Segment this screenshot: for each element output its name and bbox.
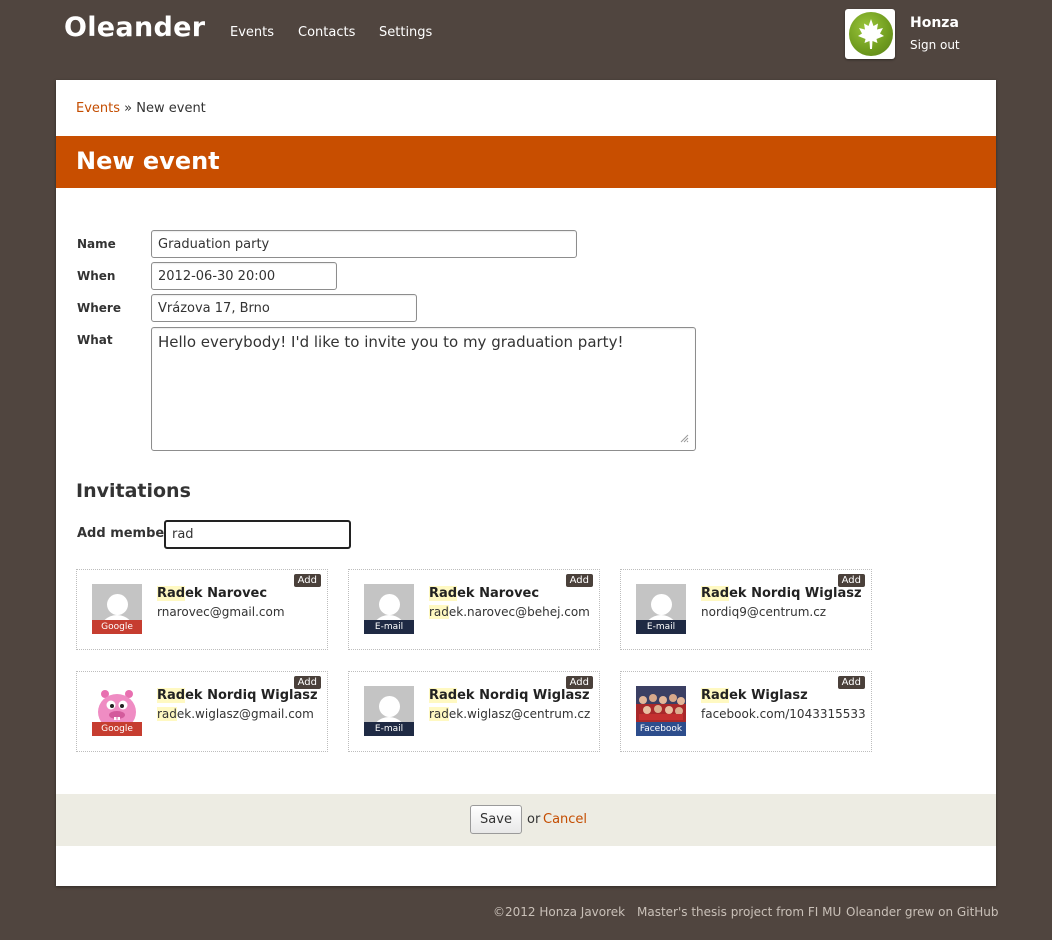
contact-card: E-mail Radek Nordiq Wiglasz nordiq9@cent… (620, 569, 872, 650)
contact-detail: rnarovec@gmail.com (157, 605, 285, 619)
match-highlight: rad (429, 605, 449, 619)
name-field[interactable] (151, 230, 577, 258)
thesis-link[interactable]: Master's thesis project from FI MU (637, 905, 841, 919)
title-band: New event (56, 136, 996, 188)
pink-monster-avatar-icon: Google (92, 686, 142, 736)
default-avatar-icon: E-mail (364, 584, 414, 634)
contact-detail-rest: ek.wiglasz@centrum.cz (448, 707, 591, 721)
nav-contacts[interactable]: Contacts (298, 25, 355, 40)
sign-out-link[interactable]: Sign out (910, 38, 960, 52)
cancel-link[interactable]: Cancel (543, 812, 587, 827)
page-title: New event (76, 147, 220, 175)
add-member-search[interactable] (164, 520, 351, 549)
contact-card: Facebook Radek Wiglasz facebook.com/1043… (620, 671, 872, 752)
default-avatar-icon: E-mail (636, 584, 686, 634)
source-badge: E-mail (364, 620, 414, 634)
contact-detail-rest: ek.wiglasz@gmail.com (176, 707, 314, 721)
form-actions: Save or Cancel (56, 794, 996, 846)
contact-detail-rest: ek.narovec@behej.com (448, 605, 590, 619)
match-highlight: Rad (701, 586, 730, 601)
contact-detail-rest: nordiq9@centrum.cz (701, 605, 827, 619)
source-badge: Google (92, 620, 142, 634)
contact-name: Radek Narovec (429, 586, 539, 601)
contact-name: Radek Nordiq Wiglasz (701, 586, 862, 601)
user-name: Honza (910, 15, 959, 31)
contact-detail-rest: rnarovec@gmail.com (157, 605, 285, 619)
contact-card: Google Radek Nordiq Wiglasz radek.wiglas… (76, 671, 328, 752)
github-link[interactable]: Oleander grew on GitHub (846, 905, 999, 919)
group-photo-avatar-icon: Facebook (636, 686, 686, 736)
or-text: or (527, 812, 541, 827)
match-highlight: rad (157, 707, 177, 721)
add-contact-button[interactable]: Add (837, 676, 865, 689)
contact-name-rest: ek Narovec (185, 586, 268, 601)
contact-name: Radek Wiglasz (701, 688, 808, 703)
contact-name-rest: ek Nordiq Wiglasz (185, 688, 318, 703)
resize-handle-icon[interactable] (679, 433, 689, 443)
contact-detail-rest: facebook.com/1043315533 (701, 707, 866, 721)
contact-name-rest: ek Narovec (457, 586, 540, 601)
match-highlight: Rad (157, 586, 186, 601)
add-contact-button[interactable]: Add (293, 574, 321, 587)
match-highlight: Rad (701, 688, 730, 703)
match-highlight: rad (429, 707, 449, 721)
contact-name: Radek Nordiq Wiglasz (157, 688, 318, 703)
maple-leaf-icon (849, 12, 893, 56)
source-badge: Facebook (636, 722, 686, 736)
nav-events[interactable]: Events (230, 25, 274, 40)
contact-name: Radek Narovec (157, 586, 267, 601)
where-label: Where (77, 301, 121, 315)
source-badge: Google (92, 722, 142, 736)
contact-detail: facebook.com/1043315533 (701, 707, 866, 721)
where-field[interactable] (151, 294, 417, 322)
contact-name-rest: ek Nordiq Wiglasz (729, 586, 862, 601)
add-member-label: Add member (77, 526, 171, 541)
what-textarea[interactable]: Hello everybody! I'd like to invite you … (151, 327, 696, 451)
contact-detail: radek.wiglasz@centrum.cz (429, 707, 590, 721)
app-logo[interactable]: Oleander (64, 12, 205, 43)
contact-detail: nordiq9@centrum.cz (701, 605, 826, 619)
contact-detail: radek.narovec@behej.com (429, 605, 590, 619)
invitations-heading: Invitations (76, 480, 191, 502)
default-avatar-icon: Google (92, 584, 142, 634)
user-avatar[interactable] (845, 9, 895, 59)
nav-settings[interactable]: Settings (379, 25, 432, 40)
main-card: Events » New event New event Name When W… (56, 80, 996, 886)
contact-card: E-mail Radek Nordiq Wiglasz radek.wiglas… (348, 671, 600, 752)
save-button[interactable]: Save (470, 805, 522, 834)
add-contact-button[interactable]: Add (565, 574, 593, 587)
name-label: Name (77, 237, 116, 251)
default-avatar-icon: E-mail (364, 686, 414, 736)
contact-card: Google Radek Narovec rnarovec@gmail.com … (76, 569, 328, 650)
breadcrumb-events-link[interactable]: Events (76, 101, 120, 116)
match-highlight: Rad (429, 586, 458, 601)
contact-name: Radek Nordiq Wiglasz (429, 688, 590, 703)
contact-name-rest: ek Wiglasz (729, 688, 808, 703)
when-field[interactable] (151, 262, 337, 290)
source-badge: E-mail (364, 722, 414, 736)
what-label: What (77, 333, 113, 347)
contact-detail: radek.wiglasz@gmail.com (157, 707, 314, 721)
contact-name-rest: ek Nordiq Wiglasz (457, 688, 590, 703)
match-highlight: Rad (157, 688, 186, 703)
add-contact-button[interactable]: Add (565, 676, 593, 689)
breadcrumb: Events » New event (76, 101, 206, 116)
contact-card: E-mail Radek Narovec radek.narovec@behej… (348, 569, 600, 650)
match-highlight: Rad (429, 688, 458, 703)
copyright-text: ©2012 Honza Javorek (493, 905, 626, 919)
source-badge: E-mail (636, 620, 686, 634)
when-label: When (77, 269, 116, 283)
breadcrumb-current: New event (136, 101, 206, 116)
add-contact-button[interactable]: Add (293, 676, 321, 689)
breadcrumb-separator: » (124, 101, 133, 116)
top-bar: Oleander Events Contacts Settings Honza … (0, 0, 1052, 80)
add-contact-button[interactable]: Add (837, 574, 865, 587)
